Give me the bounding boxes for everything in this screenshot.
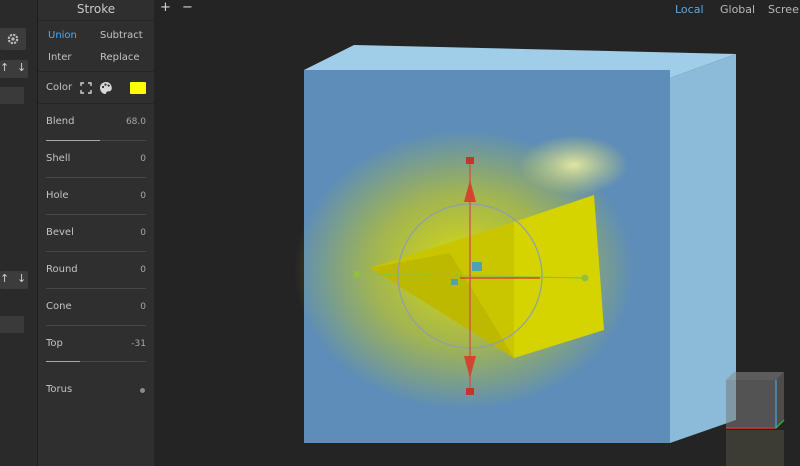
layer-row-2[interactable] xyxy=(0,316,24,333)
hole-slider[interactable] xyxy=(46,214,146,215)
torus-label: Torus xyxy=(46,384,73,395)
color-swatch[interactable] xyxy=(130,82,146,94)
cone-label: Cone xyxy=(46,301,72,312)
hole-label: Hole xyxy=(46,190,69,201)
hole-value[interactable]: 0 xyxy=(140,191,146,201)
cone-value[interactable]: 0 xyxy=(140,302,146,312)
gizmo-center-handle-small[interactable] xyxy=(451,279,458,285)
arrow-down-icon[interactable]: ↓ xyxy=(17,61,26,74)
orientation-cube[interactable] xyxy=(726,372,785,466)
blend-slider[interactable] xyxy=(46,140,146,141)
op-inter-tab[interactable]: Inter xyxy=(48,52,71,63)
blend-value[interactable]: 68.0 xyxy=(126,117,146,127)
panel-divider xyxy=(38,103,154,104)
shell-label: Shell xyxy=(46,153,71,164)
top-slider[interactable] xyxy=(46,361,146,362)
torus-toggle[interactable] xyxy=(140,388,145,393)
shell-value[interactable]: 0 xyxy=(140,154,146,164)
3d-viewport[interactable]: + − Local Global Scree xyxy=(154,0,800,466)
gizmo-x-handle-left[interactable] xyxy=(353,270,361,278)
op-replace-tab[interactable]: Replace xyxy=(100,52,140,63)
bevel-slider[interactable] xyxy=(46,251,146,252)
settings-button[interactable] xyxy=(0,28,26,50)
move-up-down-buttons-bottom[interactable]: ↑ ↓ xyxy=(0,271,28,289)
gizmo-y-handle-top[interactable] xyxy=(466,157,474,164)
shell-slider[interactable] xyxy=(46,177,146,178)
top-label: Top xyxy=(46,338,63,349)
panel-title: Stroke xyxy=(76,2,116,16)
panel-divider xyxy=(38,20,154,21)
top-value[interactable]: -31 xyxy=(131,339,146,349)
gizmo-x-handle-right[interactable] xyxy=(581,274,589,282)
op-subtract-tab[interactable]: Subtract xyxy=(100,30,143,41)
round-label: Round xyxy=(46,264,78,275)
top-slider-fill xyxy=(46,361,80,362)
eyedropper-frame-icon[interactable] xyxy=(80,82,92,94)
scene-canvas[interactable] xyxy=(154,0,800,466)
gizmo-center-handle[interactable] xyxy=(472,262,482,271)
panel-divider xyxy=(38,71,154,72)
move-up-down-buttons-top[interactable]: ↑ ↓ xyxy=(0,60,28,78)
bevel-value[interactable]: 0 xyxy=(140,228,146,238)
gizmo-y-handle-bottom[interactable] xyxy=(466,388,474,395)
blend-label: Blend xyxy=(46,116,75,127)
op-union-tab[interactable]: Union xyxy=(48,30,77,41)
gear-icon xyxy=(7,33,19,45)
blend-highlight xyxy=(519,135,629,195)
cone-slider[interactable] xyxy=(46,325,146,326)
bevel-label: Bevel xyxy=(46,227,74,238)
blend-slider-fill xyxy=(46,140,100,141)
arrow-up-icon[interactable]: ↑ xyxy=(0,272,9,285)
stroke-panel: Stroke Union Subtract Inter Replace Colo… xyxy=(38,0,154,466)
arrow-down-icon[interactable]: ↓ xyxy=(17,272,26,285)
palette-icon[interactable] xyxy=(99,81,113,95)
arrow-up-icon[interactable]: ↑ xyxy=(0,61,9,74)
left-toolbar: ↑ ↓ ↑ ↓ xyxy=(0,0,38,466)
round-slider[interactable] xyxy=(46,288,146,289)
layer-row-1[interactable] xyxy=(0,87,24,104)
color-label: Color xyxy=(46,82,73,93)
round-value[interactable]: 0 xyxy=(140,265,146,275)
